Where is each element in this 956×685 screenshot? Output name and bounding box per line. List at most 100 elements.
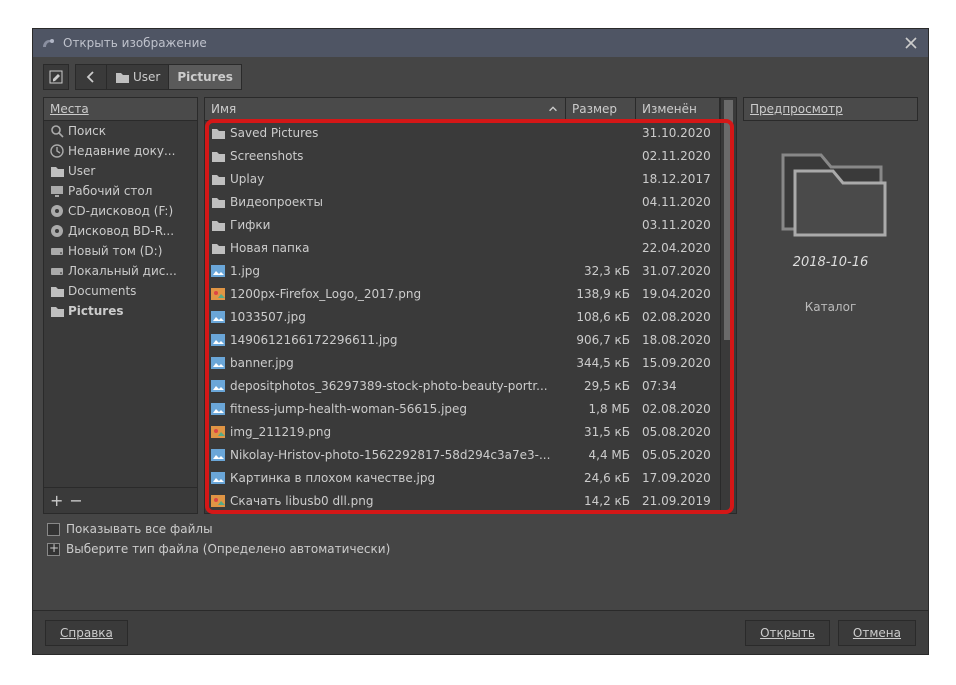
- file-row[interactable]: Видеопроекты 04.11.2020: [205, 190, 720, 213]
- places-item-label: Новый том (D:): [68, 244, 162, 258]
- scrollbar-thumb[interactable]: [724, 100, 733, 340]
- checkbox-icon: [47, 523, 60, 536]
- image-icon: [211, 379, 225, 393]
- file-size: 31,5 кБ: [566, 425, 636, 439]
- file-modified: 05.08.2020: [636, 425, 720, 439]
- file-row[interactable]: depositphotos_36297389-stock-photo-beaut…: [205, 374, 720, 397]
- file-row[interactable]: Screenshots 02.11.2020: [205, 144, 720, 167]
- places-item[interactable]: Поиск: [44, 121, 197, 141]
- places-item[interactable]: CD-дисковод (F:): [44, 201, 197, 221]
- file-size: 344,5 кБ: [566, 356, 636, 370]
- help-button[interactable]: Справка: [45, 620, 128, 646]
- file-size: 4,4 МБ: [566, 448, 636, 462]
- file-modified: 04.11.2020: [636, 195, 720, 209]
- scrollbar[interactable]: [720, 98, 736, 513]
- dialog-footer: Справка Открыть Отмена: [33, 610, 928, 654]
- file-row[interactable]: Гифки 03.11.2020: [205, 213, 720, 236]
- file-size: 906,7 кБ: [566, 333, 636, 347]
- file-row[interactable]: 1490612166172296611.jpg 906,7 кБ 18.08.2…: [205, 328, 720, 351]
- cd-icon: [50, 204, 64, 218]
- image-icon: [211, 310, 225, 324]
- file-modified: 05.05.2020: [636, 448, 720, 462]
- file-name: banner.jpg: [230, 356, 294, 370]
- file-modified: 02.08.2020: [636, 310, 720, 324]
- header-modified[interactable]: Изменён: [636, 98, 720, 120]
- places-header[interactable]: Места: [44, 98, 197, 121]
- file-row[interactable]: 1033507.jpg 108,6 кБ 02.08.2020: [205, 305, 720, 328]
- preview-type: Каталог: [805, 300, 857, 314]
- expander-icon: [47, 543, 60, 556]
- options: Показывать все файлы Выберите тип файла …: [33, 514, 928, 560]
- show-all-label: Показывать все файлы: [66, 522, 213, 536]
- sort-asc-icon: [547, 103, 559, 115]
- places-item[interactable]: Локальный дис...: [44, 261, 197, 281]
- file-name: 1.jpg: [230, 264, 260, 278]
- file-modified: 18.08.2020: [636, 333, 720, 347]
- file-row[interactable]: Saved Pictures 31.10.2020: [205, 121, 720, 144]
- places-item[interactable]: Дисковод BD-R...: [44, 221, 197, 241]
- file-name: 1200px-Firefox_Logo,_2017.png: [230, 287, 421, 301]
- big-folder-icon: [771, 137, 891, 247]
- places-footer: + −: [44, 487, 197, 513]
- file-panel: Имя Размер Изменён Saved Pictures 31.10.…: [204, 97, 737, 514]
- edit-path-button[interactable]: [43, 64, 69, 90]
- places-item-label: User: [68, 164, 95, 178]
- file-name: fitness-jump-health-woman-56615.jpeg: [230, 402, 467, 416]
- places-item[interactable]: User: [44, 161, 197, 181]
- hdd-icon: [50, 244, 64, 258]
- image-icon: [211, 333, 225, 347]
- breadcrumb-user-label: User: [133, 70, 160, 84]
- open-button[interactable]: Открыть: [745, 620, 830, 646]
- preview-panel: Предпросмотр 2018-10-16 Каталог: [743, 97, 918, 514]
- file-row[interactable]: Скачать libusb0 dll.png 14,2 кБ 21.09.20…: [205, 489, 720, 512]
- file-row[interactable]: 1.jpg 32,3 кБ 31.07.2020: [205, 259, 720, 282]
- file-name: 1033507.jpg: [230, 310, 306, 324]
- show-all-checkbox[interactable]: Показывать все файлы: [47, 522, 914, 536]
- image-icon: [211, 471, 225, 485]
- desktop-icon: [50, 184, 64, 198]
- header-size[interactable]: Размер: [566, 98, 636, 120]
- preview-name: 2018-10-16: [793, 255, 869, 270]
- file-name: Видеопроекты: [230, 195, 323, 209]
- file-name: Новая папка: [230, 241, 309, 255]
- places-add-button[interactable]: +: [50, 494, 63, 508]
- recent-icon: [50, 144, 64, 158]
- file-rows: Saved Pictures 31.10.2020 Screenshots 02…: [205, 121, 720, 513]
- breadcrumb-back[interactable]: [76, 65, 107, 89]
- places-item[interactable]: Недавние доку...: [44, 141, 197, 161]
- file-row[interactable]: Nikolay-Hristov-photo-1562292817-58d294c…: [205, 443, 720, 466]
- file-modified: 19.04.2020: [636, 287, 720, 301]
- file-row[interactable]: img_211219.png 31,5 кБ 05.08.2020: [205, 420, 720, 443]
- places-item-label: Pictures: [68, 304, 124, 318]
- file-name: img_211219.png: [230, 425, 331, 439]
- file-row[interactable]: Uplay 18.12.2017: [205, 167, 720, 190]
- app-icon: [41, 35, 57, 51]
- close-button[interactable]: [902, 34, 920, 52]
- image-icon: [211, 356, 225, 370]
- places-remove-button[interactable]: −: [69, 494, 82, 508]
- file-type-expander[interactable]: Выберите тип файла (Определено автоматич…: [47, 542, 914, 556]
- file-row[interactable]: 1200px-Firefox_Logo,_2017.png 138,9 кБ 1…: [205, 282, 720, 305]
- file-row[interactable]: fitness-jump-health-woman-56615.jpeg 1,8…: [205, 397, 720, 420]
- file-row[interactable]: banner.jpg 344,5 кБ 15.09.2020: [205, 351, 720, 374]
- places-item[interactable]: Pictures: [44, 301, 197, 321]
- dialog-window: Открыть изображение User Pictures Места: [32, 28, 929, 655]
- breadcrumb-user[interactable]: User: [107, 65, 169, 89]
- places-item-label: CD-дисковод (F:): [68, 204, 173, 218]
- cancel-button[interactable]: Отмена: [838, 620, 916, 646]
- edit-icon: [49, 70, 63, 84]
- cd-icon: [50, 224, 64, 238]
- file-row[interactable]: Картинка в плохом качестве.jpg 24,6 кБ 1…: [205, 466, 720, 489]
- places-item[interactable]: Новый том (D:): [44, 241, 197, 261]
- file-name: Uplay: [230, 172, 264, 186]
- file-modified: 31.10.2020: [636, 126, 720, 140]
- breadcrumb-pictures[interactable]: Pictures: [169, 65, 241, 89]
- file-modified: 03.11.2020: [636, 218, 720, 232]
- places-item[interactable]: Рабочий стол: [44, 181, 197, 201]
- file-row[interactable]: Новая папка 22.04.2020: [205, 236, 720, 259]
- places-list: ПоискНедавние доку... User Рабочий стол CD-…: [44, 121, 197, 487]
- file-size: 29,5 кБ: [566, 379, 636, 393]
- places-item[interactable]: Documents: [44, 281, 197, 301]
- header-name[interactable]: Имя: [205, 98, 566, 120]
- file-modified: 07:34: [636, 379, 720, 393]
